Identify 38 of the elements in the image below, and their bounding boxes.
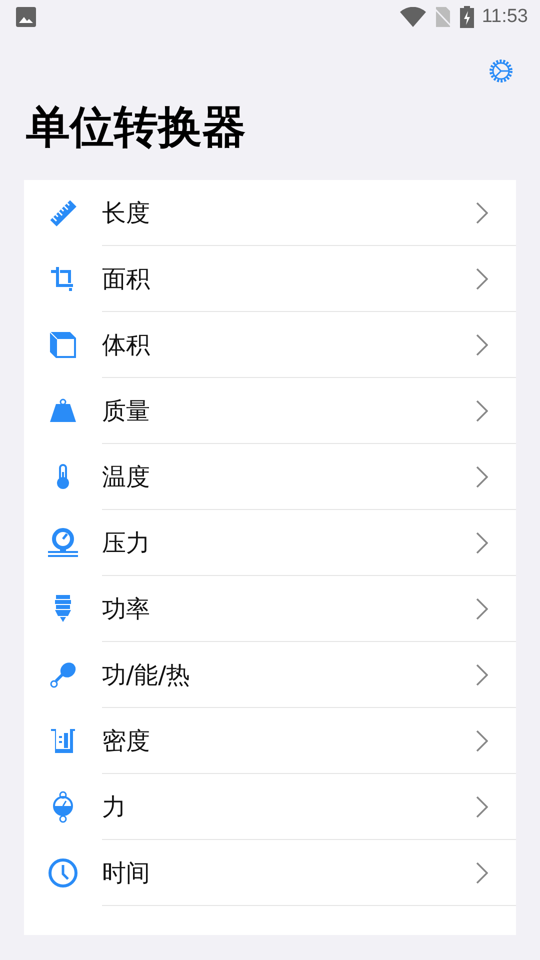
category-icon (55, 464, 71, 490)
category-label[interactable]: 温度 (102, 460, 476, 492)
chevron-icon[interactable] (476, 796, 488, 818)
category-label[interactable]: 时间 (102, 856, 476, 888)
status-time: 11:53 (482, 6, 528, 28)
category-label[interactable]: 功率 (102, 592, 476, 624)
category-label[interactable]: 长度 (102, 196, 476, 228)
category-icon (49, 661, 77, 689)
chevron-icon[interactable] (476, 598, 488, 620)
chevron-icon[interactable] (476, 862, 488, 884)
category-icon (48, 858, 78, 888)
chevron-icon[interactable] (476, 730, 488, 752)
category-icon (49, 398, 77, 424)
category-label[interactable]: 质量 (102, 394, 476, 426)
chevron-icon[interactable] (476, 664, 488, 686)
settings-icon[interactable] (488, 58, 514, 84)
category-label[interactable]: 体积 (102, 328, 476, 360)
wifi-icon (400, 7, 426, 27)
category-label[interactable]: 功/能/热 (102, 658, 476, 690)
category-icon (48, 330, 78, 360)
chevron-icon[interactable] (476, 466, 488, 488)
chevron-icon[interactable] (476, 334, 488, 356)
category-icon (51, 791, 75, 823)
category-label[interactable]: 压力 (102, 526, 476, 558)
category-icon (47, 528, 79, 558)
battery-charging-icon (460, 6, 474, 28)
category-label[interactable]: 力 (102, 790, 476, 822)
chevron-icon[interactable] (476, 202, 488, 224)
category-icon (54, 594, 72, 624)
page-title: 单位转换器 (26, 101, 247, 155)
image-icon (16, 7, 36, 27)
category-icon (50, 728, 76, 754)
no-sim-icon (434, 7, 452, 27)
category-label[interactable]: 密度 (102, 724, 476, 756)
category-label[interactable]: 面积 (102, 262, 476, 294)
chevron-icon[interactable] (476, 268, 488, 290)
chevron-icon[interactable] (476, 532, 488, 554)
chevron-icon[interactable] (476, 400, 488, 422)
